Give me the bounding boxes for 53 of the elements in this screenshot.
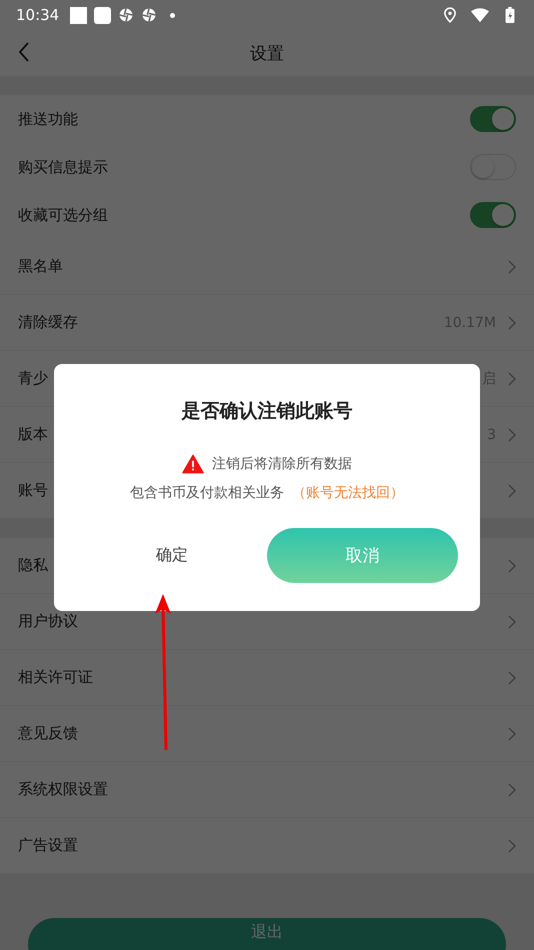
chevron-icon xyxy=(508,428,516,442)
settings-row[interactable]: 购买信息提示 xyxy=(0,143,534,191)
page-title: 设置 xyxy=(250,42,284,64)
dialog-title: 是否确认注销此账号 xyxy=(182,399,352,424)
row-label: 广告设置 xyxy=(18,836,78,855)
row-label: 黑名单 xyxy=(18,257,63,276)
confirm-button[interactable]: 确定 xyxy=(94,537,250,574)
notification-icon xyxy=(70,6,88,24)
toggle-switch[interactable] xyxy=(470,202,516,228)
warning-text: 注销后将清除所有数据 xyxy=(212,455,352,473)
back-icon[interactable] xyxy=(18,42,30,62)
settings-row[interactable]: 系统权限设置 xyxy=(0,762,534,818)
settings-row[interactable]: 收藏可选分组 xyxy=(0,191,534,239)
row-label: 清除缓存 xyxy=(18,313,78,332)
battery-icon xyxy=(504,7,516,23)
chevron-icon xyxy=(508,782,516,796)
chevron-icon xyxy=(508,726,516,740)
chevron-icon xyxy=(508,558,516,572)
chevron-icon xyxy=(508,260,516,274)
toggle-switch[interactable] xyxy=(470,106,516,132)
settings-row[interactable]: 黑名单 xyxy=(0,239,534,295)
aperture-icon xyxy=(118,7,134,23)
cancel-button[interactable]: 取消 xyxy=(267,528,458,583)
row-label: 系统权限设置 xyxy=(18,780,108,799)
notification-icon xyxy=(94,6,112,24)
settings-row[interactable]: 推送功能 xyxy=(0,95,534,143)
warning-icon xyxy=(182,454,204,474)
location-icon xyxy=(444,7,456,23)
row-label: 版本 xyxy=(18,425,48,444)
note-highlight: （账号无法找回） xyxy=(292,484,404,502)
chevron-icon xyxy=(508,372,516,386)
chevron-icon xyxy=(508,838,516,852)
row-label: 账号 xyxy=(18,481,48,500)
settings-row[interactable]: 相关许可证 xyxy=(0,650,534,706)
logout-button[interactable]: 退出 xyxy=(28,918,506,950)
row-label: 意见反馈 xyxy=(18,724,78,743)
row-label: 用户协议 xyxy=(18,612,78,631)
note-text: 包含书币及付款相关业务 xyxy=(130,484,284,502)
chevron-icon xyxy=(508,484,516,498)
row-label: 相关许可证 xyxy=(18,668,93,687)
settings-row[interactable]: 意见反馈 xyxy=(0,706,534,762)
chevron-icon xyxy=(508,316,516,330)
chevron-icon xyxy=(508,614,516,628)
wifi-icon xyxy=(471,7,489,23)
row-label: 青少 xyxy=(18,369,48,388)
row-label: 隐私 xyxy=(18,556,48,575)
chevron-icon xyxy=(508,670,516,684)
aperture-icon xyxy=(141,7,158,23)
row-label: 收藏可选分组 xyxy=(18,206,108,224)
status-time: 10:34 xyxy=(16,6,60,24)
row-label: 购买信息提示 xyxy=(18,158,108,176)
row-label: 推送功能 xyxy=(18,110,78,128)
dot-icon xyxy=(170,12,176,18)
